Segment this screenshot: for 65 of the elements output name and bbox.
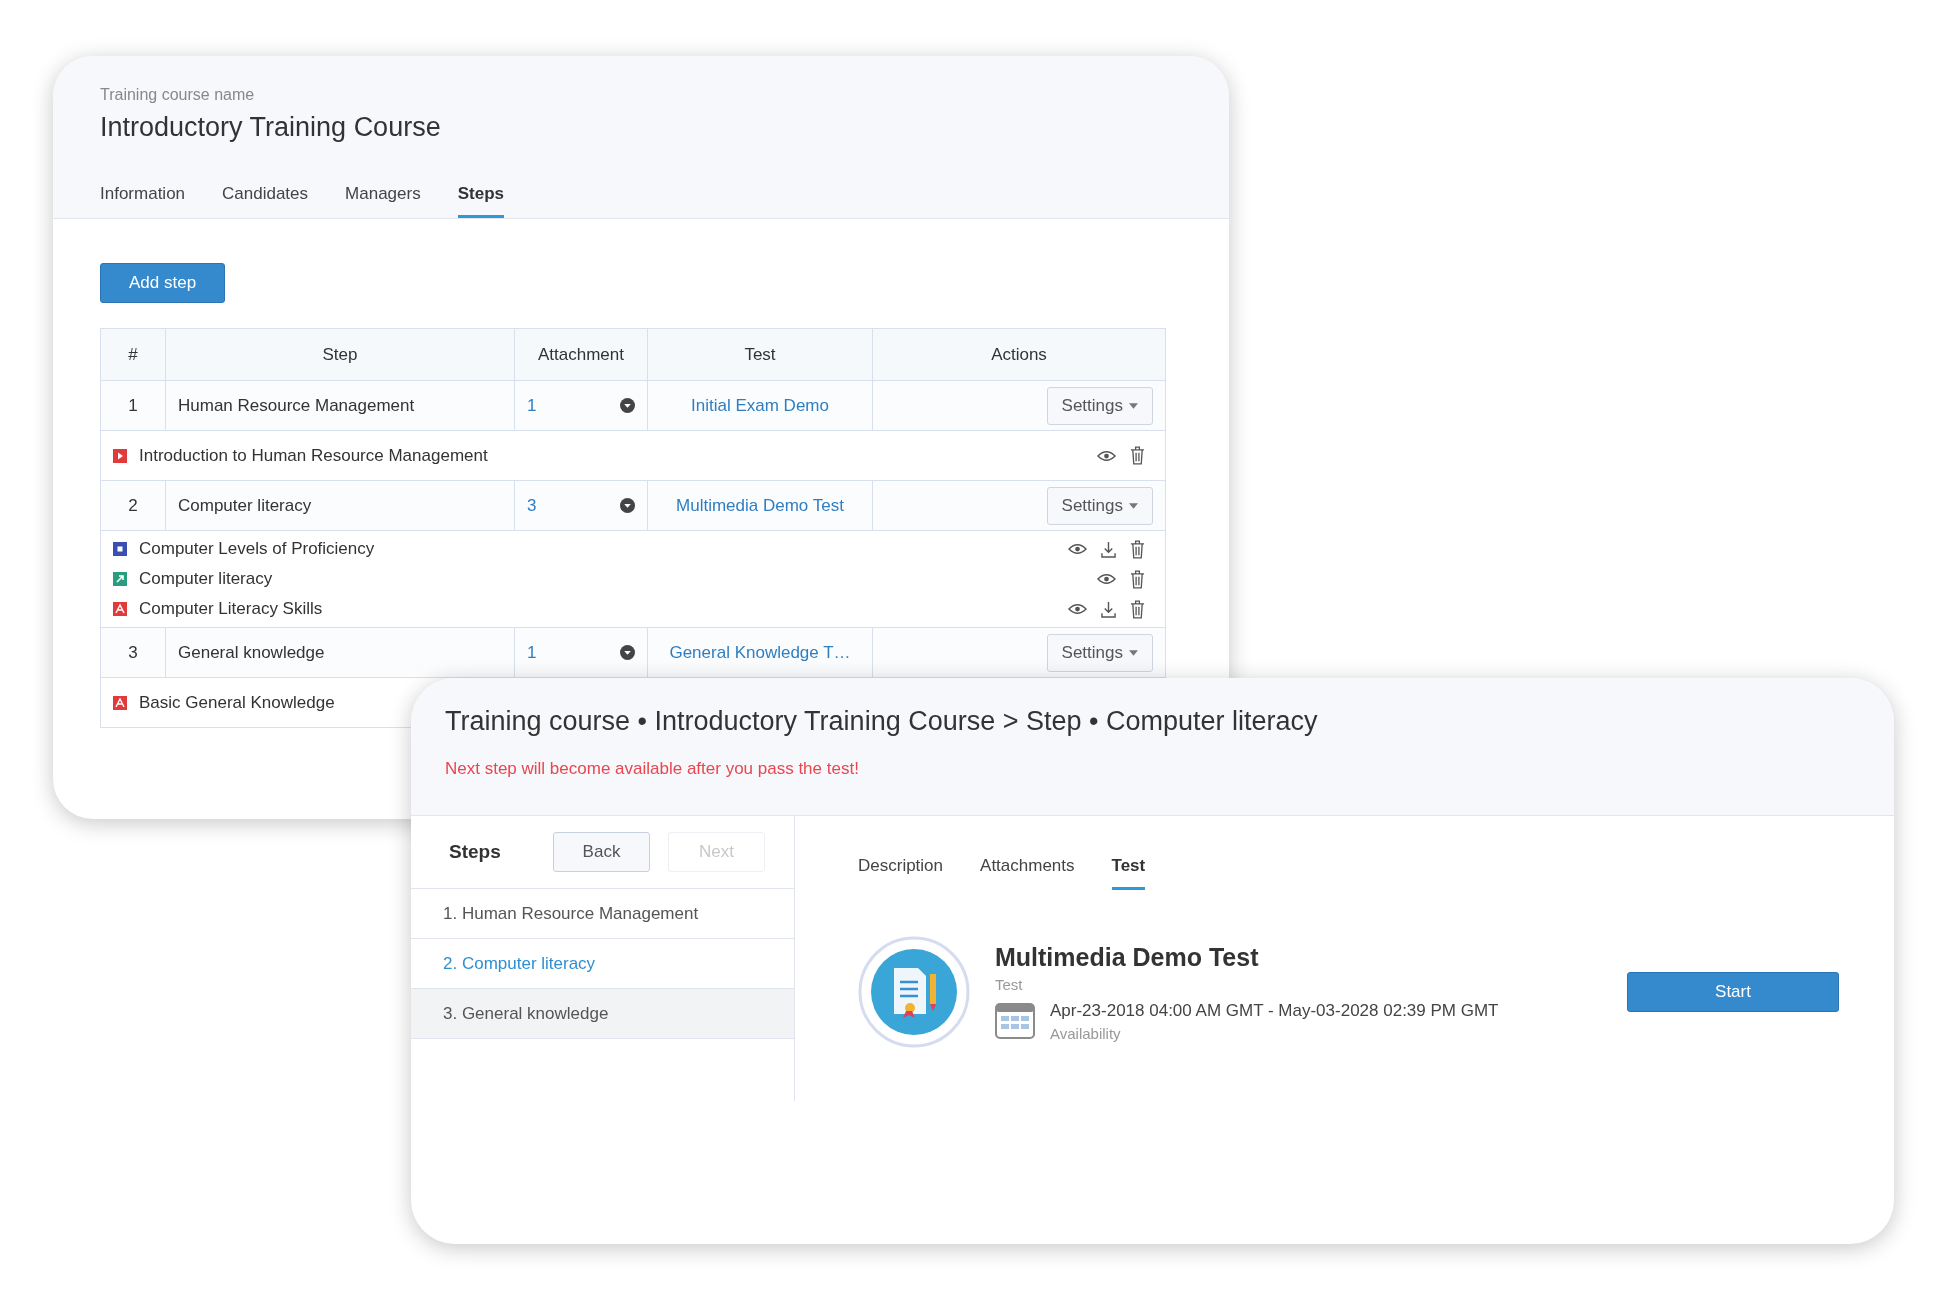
- delete-icon[interactable]: [1130, 446, 1145, 465]
- delete-icon[interactable]: [1130, 539, 1145, 559]
- link-icon: [113, 572, 127, 586]
- settings-button[interactable]: Settings: [1046, 486, 1153, 525]
- settings-button[interactable]: Settings: [1046, 633, 1153, 672]
- caret-icon: [1129, 402, 1138, 409]
- tab[interactable]: Steps: [457, 184, 504, 218]
- table-cell: Computer literacy: [165, 480, 515, 531]
- dropdown-icon[interactable]: [620, 398, 635, 413]
- availability-dates: Apr-23-2018 04:00 AM GMT - May-03-2028 02:39 PM GMT: [1050, 1000, 1499, 1021]
- calendar-icon: [995, 1003, 1035, 1039]
- tab[interactable]: Managers: [345, 184, 421, 218]
- table-cell: 1: [100, 380, 166, 431]
- tab[interactable]: Test: [1111, 856, 1146, 890]
- attachment-count-link[interactable]: 1: [527, 642, 537, 663]
- column-header: Test: [647, 328, 873, 381]
- attachment-name: Basic General Knowledge: [139, 692, 335, 713]
- tab[interactable]: Candidates: [222, 184, 309, 218]
- document-icon: [113, 542, 127, 556]
- delete-icon[interactable]: [1130, 569, 1145, 589]
- video-icon: [113, 448, 127, 463]
- attachment-name: Computer Literacy Skills: [139, 599, 323, 619]
- test-title: Multimedia Demo Test: [995, 942, 1260, 972]
- test-type: Test: [995, 975, 1024, 993]
- dropdown-icon[interactable]: [620, 498, 635, 513]
- pdf-icon: [113, 695, 127, 710]
- back-button[interactable]: Back: [553, 832, 650, 872]
- tab[interactable]: Description: [858, 856, 944, 890]
- table-cell: 3: [100, 627, 166, 678]
- attachment-name: Computer Levels of Proficiency: [139, 539, 375, 559]
- availability-label: Availability: [1050, 1024, 1122, 1042]
- attachment-name: Introduction to Human Resource Management: [139, 445, 488, 466]
- caret-icon: [1129, 502, 1138, 509]
- attachment-count-link[interactable]: 3: [527, 495, 537, 516]
- column-header: Attachment: [514, 328, 648, 381]
- dropdown-icon[interactable]: [620, 645, 635, 660]
- viewer-title: Training course • Introductory Training Course > Step • Computer literacy: [445, 706, 1319, 737]
- download-icon[interactable]: [1101, 540, 1116, 558]
- column-header: Step: [165, 328, 515, 381]
- start-button[interactable]: Start: [1627, 972, 1839, 1012]
- attachment-count-link[interactable]: 1: [527, 395, 537, 416]
- step-item[interactable]: 1. Human Resource Management: [411, 889, 794, 939]
- attachment-name: Computer literacy: [139, 569, 273, 589]
- view-icon[interactable]: [1068, 603, 1087, 615]
- download-icon[interactable]: [1101, 600, 1116, 618]
- step-item[interactable]: 3. General knowledge: [411, 989, 794, 1039]
- caret-icon: [1129, 649, 1138, 656]
- course-title: Introductory Training Course: [100, 112, 442, 143]
- view-icon[interactable]: [1097, 449, 1116, 462]
- notice-text: Next step will become available after you pass the test!: [445, 759, 860, 779]
- tab[interactable]: Information: [100, 184, 186, 218]
- table-cell: 2: [100, 480, 166, 531]
- table-cell: Human Resource Management: [165, 380, 515, 431]
- add-step-button[interactable]: Add step: [100, 263, 226, 303]
- pdf-icon: [113, 602, 127, 616]
- steps-heading: Steps: [449, 841, 502, 863]
- view-icon[interactable]: [1097, 573, 1116, 585]
- view-icon[interactable]: [1068, 543, 1087, 555]
- course-label: Training course name: [100, 86, 256, 104]
- delete-icon[interactable]: [1130, 599, 1145, 619]
- settings-button[interactable]: Settings: [1046, 386, 1153, 425]
- table-cell: General knowledge: [165, 627, 515, 678]
- column-header: Actions: [872, 328, 1166, 381]
- column-header: #: [100, 328, 166, 381]
- tab[interactable]: Attachments: [980, 856, 1075, 890]
